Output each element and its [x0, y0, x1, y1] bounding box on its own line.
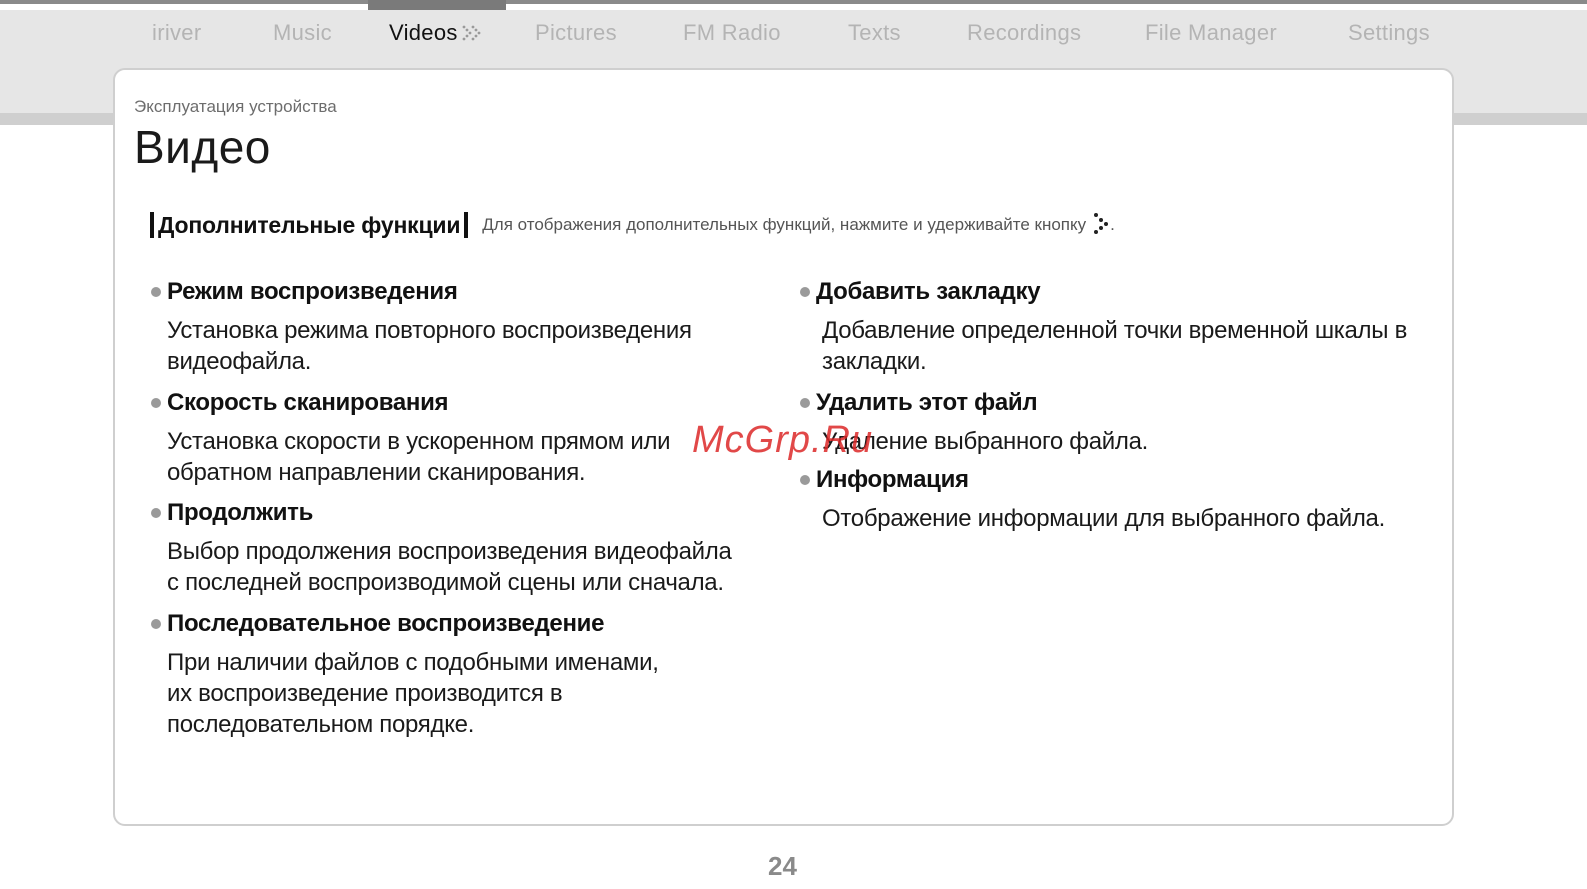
watermark: McGrp.Ru [692, 419, 874, 461]
item-title: Последовательное воспроизведение [167, 610, 605, 637]
item-title: Продолжить [167, 499, 314, 526]
item-title-row: Продолжить [151, 499, 732, 527]
nav-item-music[interactable]: Music [273, 20, 332, 46]
item-description: Выбор продолжения воспроизведения видеоф… [167, 536, 732, 598]
desc-line: Установка скорости в ускоренном прямом и… [167, 428, 671, 455]
bullet-icon [151, 398, 161, 408]
item-title: Информация [816, 466, 969, 493]
desc-line: видеофайла. [167, 348, 312, 375]
nav-item-file-manager[interactable]: File Manager [1145, 20, 1277, 46]
desc-line: При наличии файлов с подобными именами, [167, 649, 659, 676]
desc-line: последовательном порядке. [167, 711, 475, 738]
nav-item-videos-label: Videos [389, 20, 458, 45]
item-title: Режим воспроизведения [167, 278, 458, 305]
item-title: Скорость сканирования [167, 389, 449, 416]
nav-item-videos[interactable]: Videos [389, 20, 484, 47]
item-description: Установка режима повторного воспроизведе… [167, 315, 692, 377]
item-description: При наличии файлов с подобными именами, … [167, 647, 659, 740]
desc-line: закладки. [822, 348, 927, 375]
nav-item-iriver[interactable]: iriver [152, 20, 201, 46]
list-item: Режим воспроизведения Установка режима п… [151, 278, 692, 377]
section-note-end: . [1110, 215, 1115, 234]
nav-item-texts[interactable]: Texts [848, 20, 901, 46]
bullet-icon [151, 508, 161, 518]
desc-line: Установка режима повторного воспроизведе… [167, 317, 692, 344]
nav-item-settings[interactable]: Settings [1348, 20, 1430, 46]
item-title: Удалить этот файл [816, 389, 1038, 416]
section-title: Дополнительные функции [158, 211, 461, 238]
list-item: Добавить закладку Добавление определенно… [800, 278, 1407, 377]
section-bar-left [150, 212, 154, 238]
list-item: Последовательное воспроизведение При нал… [151, 610, 659, 740]
item-description: Отображение информации для выбранного фа… [822, 503, 1385, 534]
bullet-icon [151, 287, 161, 297]
bullet-icon [800, 398, 810, 408]
section-note: Для отображения дополнительных функций, … [482, 212, 1115, 239]
item-title: Добавить закладку [816, 278, 1041, 305]
item-description: Установка скорости в ускоренном прямом и… [167, 426, 671, 488]
item-title-row: Информация [800, 466, 1385, 494]
double-chevron-right-icon [462, 21, 484, 47]
nav-item-fm-radio[interactable]: FM Radio [683, 20, 781, 46]
desc-line: Добавление определенной точки временной … [822, 317, 1408, 344]
top-rule [0, 0, 1587, 4]
item-title-row: Режим воспроизведения [151, 278, 692, 306]
item-title-row: Скорость сканирования [151, 389, 670, 417]
section-header: Дополнительные функции Для отображения д… [150, 210, 1115, 240]
item-title-row: Добавить закладку [800, 278, 1407, 306]
desc-line: Выбор продолжения воспроизведения видеоф… [167, 538, 732, 565]
page-title: Видео [134, 121, 271, 173]
item-description: Добавление определенной точки временной … [822, 315, 1407, 377]
desc-line: их воспроизведение производится в [167, 680, 563, 707]
bullet-icon [800, 475, 810, 485]
item-title-row: Удалить этот файл [800, 389, 1148, 417]
page-number: 24 [768, 851, 797, 881]
section-bar-right [464, 212, 469, 238]
section-note-text: Для отображения дополнительных функций, … [482, 215, 1087, 234]
bullet-icon [151, 619, 161, 629]
list-item: Информация Отображение информации для вы… [800, 466, 1385, 534]
top-nav: iriver Music Videos Pictures FM Radio Te… [0, 14, 1587, 54]
desc-line: обратном направлении сканирования. [167, 459, 586, 486]
options-button-icon [1092, 212, 1109, 239]
nav-item-recordings[interactable]: Recordings [967, 20, 1081, 46]
desc-line: Отображение информации для выбранного фа… [822, 505, 1385, 532]
desc-line: с последней воспроизводимой сцены или сн… [167, 569, 724, 596]
item-title-row: Последовательное воспроизведение [151, 610, 659, 638]
bullet-icon [800, 287, 810, 297]
list-item: Скорость сканирования Установка скорости… [151, 389, 671, 488]
active-tab-indicator [368, 0, 506, 10]
breadcrumb: Эксплуатация устройства [134, 97, 337, 116]
nav-item-pictures[interactable]: Pictures [535, 20, 617, 46]
list-item: Продолжить Выбор продолжения воспроизвед… [151, 499, 732, 598]
